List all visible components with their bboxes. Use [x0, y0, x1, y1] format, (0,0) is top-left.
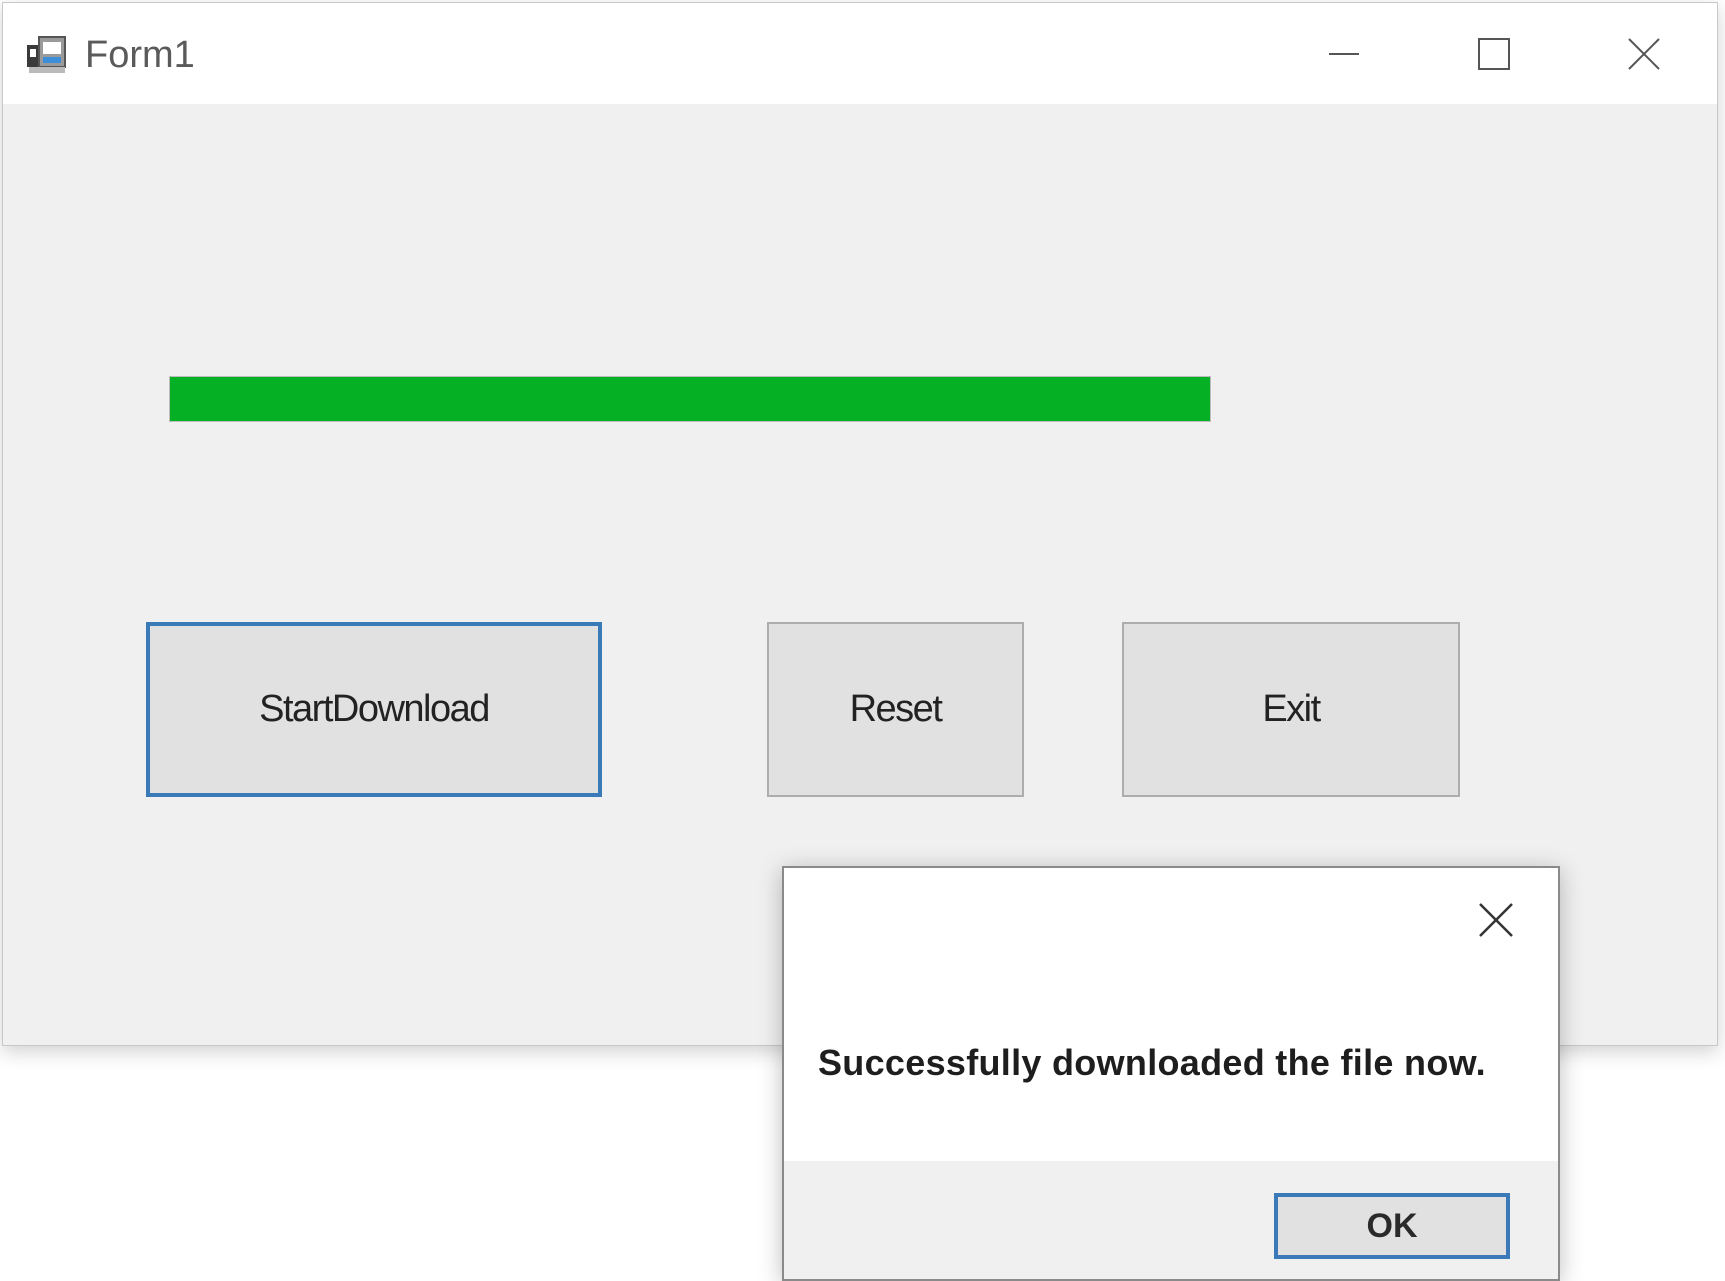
maximize-icon — [1478, 37, 1510, 70]
close-icon — [1628, 37, 1660, 70]
exit-button[interactable]: Exit — [1122, 622, 1460, 797]
dialog-message: Successfully downloaded the file now. — [818, 1042, 1486, 1083]
title-bar[interactable]: Form1 — [3, 3, 1717, 104]
dialog-close-button[interactable] — [1474, 898, 1518, 942]
progress-fill — [170, 377, 1210, 421]
minimize-button[interactable] — [1269, 3, 1419, 104]
start-download-button[interactable]: StartDownload — [146, 622, 602, 797]
download-progress-bar — [169, 376, 1211, 422]
app-form-icon — [25, 33, 69, 77]
close-icon — [1479, 903, 1513, 937]
window-title: Form1 — [85, 34, 195, 76]
dialog-button-area: OK — [784, 1161, 1558, 1279]
minimize-icon — [1329, 52, 1359, 55]
reset-button[interactable]: Reset — [767, 622, 1024, 797]
maximize-button[interactable] — [1419, 3, 1569, 104]
ok-button[interactable]: OK — [1274, 1193, 1510, 1259]
window-close-button[interactable] — [1569, 3, 1719, 104]
